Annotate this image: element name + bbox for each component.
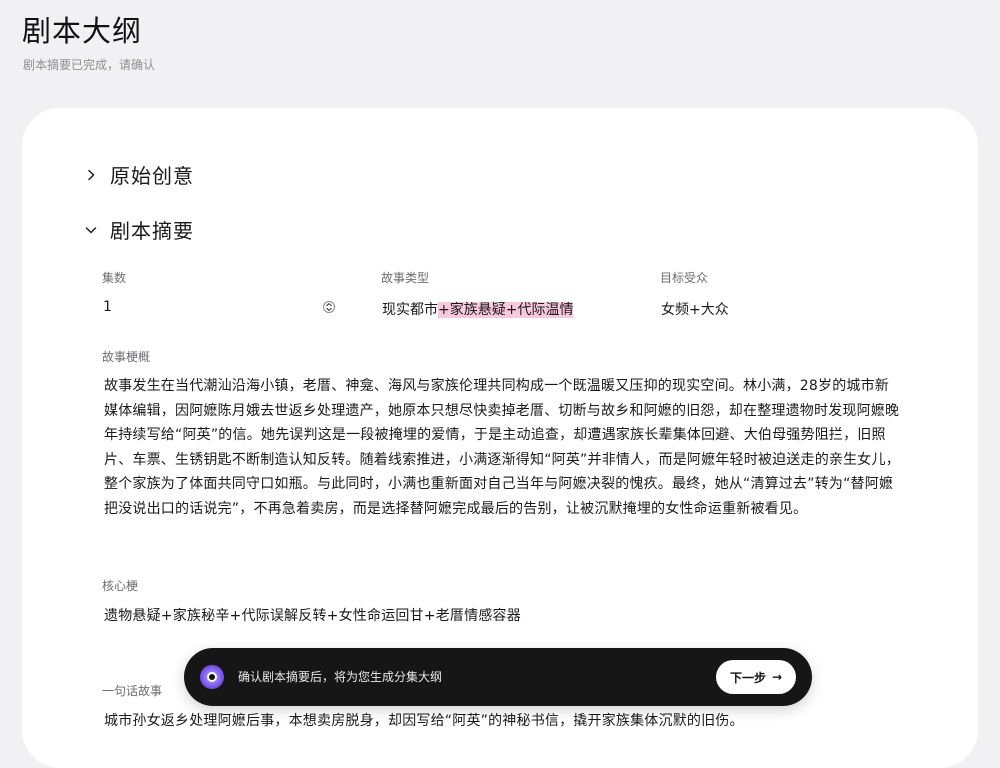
one-liner-text[interactable]: 城市孙女返乡处理阿嬷后事，本想卖房脱身，却因写给“阿英”的神秘书信，撬开家族集体… <box>104 709 744 734</box>
synopsis-line: 媒体编辑，因阿嬷陈月娥去世返乡处理遗产，她原本只想尽快卖掉老厝、切断与故乡和阿嬷… <box>104 402 900 419</box>
genre-value-plain: 现实都市 <box>382 302 438 318</box>
section-original-idea[interactable]: 原始创意 <box>84 160 194 189</box>
synopsis-label: 故事梗概 <box>102 350 151 364</box>
core-hook-label: 核心梗 <box>102 579 139 593</box>
genre-value-highlight: +家族悬疑+代际温情 <box>438 302 574 318</box>
assistant-avatar-icon <box>200 665 224 689</box>
section-summary-label: 剧本摘要 <box>110 219 194 243</box>
synopsis-line: 整个家族为了体面共同守口如瓶。与此同时，小满也重新面对自己当年与阿嬷决裂的愧疚。… <box>104 476 894 493</box>
stepper-icon[interactable] <box>322 298 336 316</box>
section-summary[interactable]: 剧本摘要 <box>84 215 194 244</box>
synopsis-text[interactable]: 故事发生在当代潮汕沿海小镇，老厝、神龛、海风与家族伦理共同构成一个既温暖又压抑的… <box>104 374 900 522</box>
core-hook-text[interactable]: 遗物悬疑+家族秘辛+代际误解反转+女性命运回甘+老厝情感容器 <box>104 604 521 629</box>
confirm-bar: 确认剧本摘要后，将为您生成分集大纲 下一步 → <box>184 648 812 706</box>
episodes-label: 集数 <box>102 271 127 285</box>
genre-label: 故事类型 <box>381 271 430 285</box>
audience-field[interactable]: 女频+大众 <box>661 299 729 319</box>
chevron-down-icon <box>84 223 98 237</box>
page-title: 剧本大纲 <box>22 14 143 48</box>
audience-label: 目标受众 <box>660 271 709 285</box>
next-step-label: 下一步 <box>729 670 766 685</box>
synopsis-line: 把没说出口的话说完”，不再急着卖房，而是选择替阿嬷完成最后的告别，让被沉默掩埋的… <box>104 500 808 517</box>
synopsis-line: 年持续写给“阿英”的信。她先误判这是一段被掩埋的爱情，于是主动追查，却遭遇家族长… <box>104 427 886 444</box>
synopsis-line: 故事发生在当代潮汕沿海小镇，老厝、神龛、海风与家族伦理共同构成一个既温暖又压抑的… <box>104 378 890 394</box>
episodes-input[interactable]: 1 <box>103 299 112 315</box>
page-subtitle: 剧本摘要已完成，请确认 <box>23 58 156 72</box>
next-step-button[interactable]: 下一步 → <box>716 660 796 694</box>
chevron-right-icon <box>84 168 98 182</box>
section-original-idea-label: 原始创意 <box>110 164 194 188</box>
synopsis-line: 片、车票、生锈钥匙不断制造认知反转。随着线索推进，小满逐渐得知“阿英”并非情人，… <box>104 451 900 468</box>
confirm-message: 确认剧本摘要后，将为您生成分集大纲 <box>238 670 443 684</box>
arrow-right-icon: → <box>771 670 783 684</box>
genre-field[interactable]: 现实都市+家族悬疑+代际温情 <box>382 299 574 319</box>
one-liner-label: 一句话故事 <box>102 684 163 698</box>
